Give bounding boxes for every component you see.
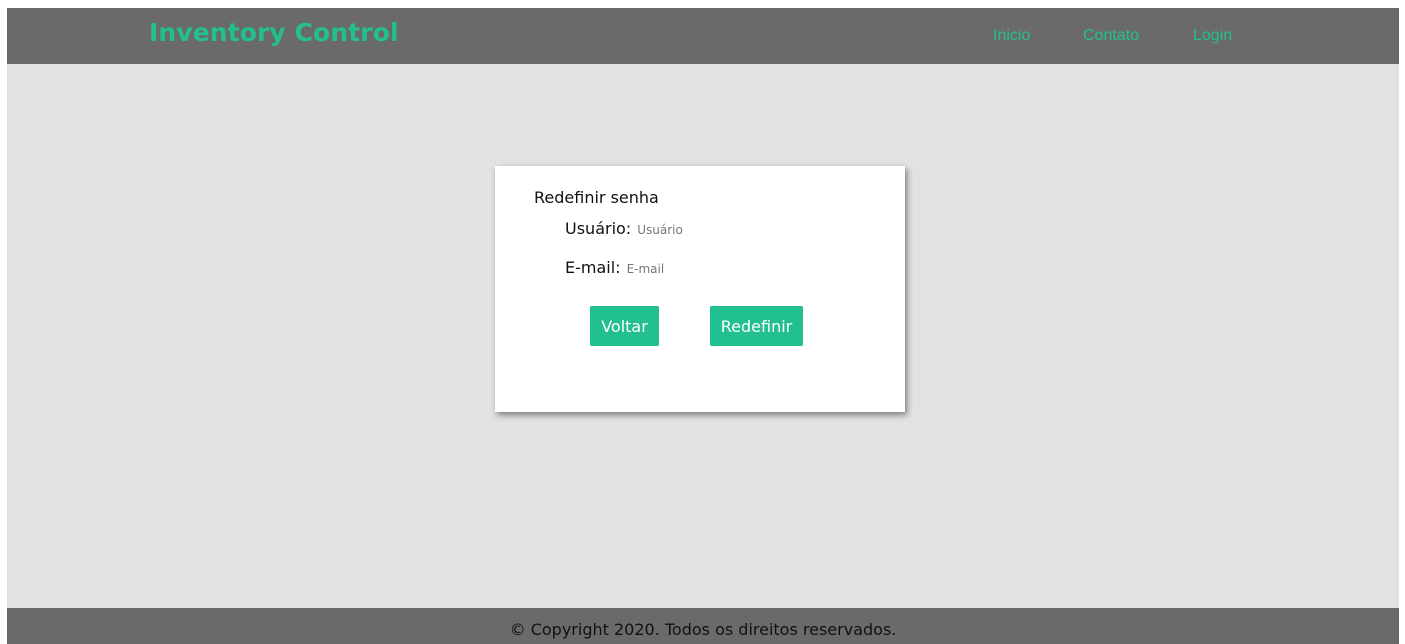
back-button[interactable]: Voltar [590, 306, 659, 346]
copyright-text: © Copyright 2020. Todos os direitos rese… [509, 620, 897, 639]
page: Inventory Control Inicio Contato Login R… [7, 8, 1399, 644]
nav-link-inicio[interactable]: Inicio [993, 27, 1030, 45]
user-input[interactable] [637, 223, 788, 237]
email-label: E-mail: [565, 258, 621, 277]
email-input[interactable] [626, 262, 777, 276]
nav-link-login[interactable]: Login [1193, 27, 1232, 45]
email-field-row: E-mail: [565, 258, 777, 277]
top-navbar: Inventory Control Inicio Contato Login [7, 8, 1399, 64]
user-field-row: Usuário: [565, 219, 788, 238]
nav-link-contato[interactable]: Contato [1083, 27, 1139, 45]
reset-button[interactable]: Redefinir [710, 306, 803, 346]
footer: © Copyright 2020. Todos os direitos rese… [7, 608, 1399, 644]
brand-logo[interactable]: Inventory Control [149, 18, 399, 47]
user-label: Usuário: [565, 219, 632, 238]
form-title: Redefinir senha [534, 188, 659, 207]
reset-password-card: Redefinir senha Usuário: E-mail: Voltar … [495, 166, 905, 412]
